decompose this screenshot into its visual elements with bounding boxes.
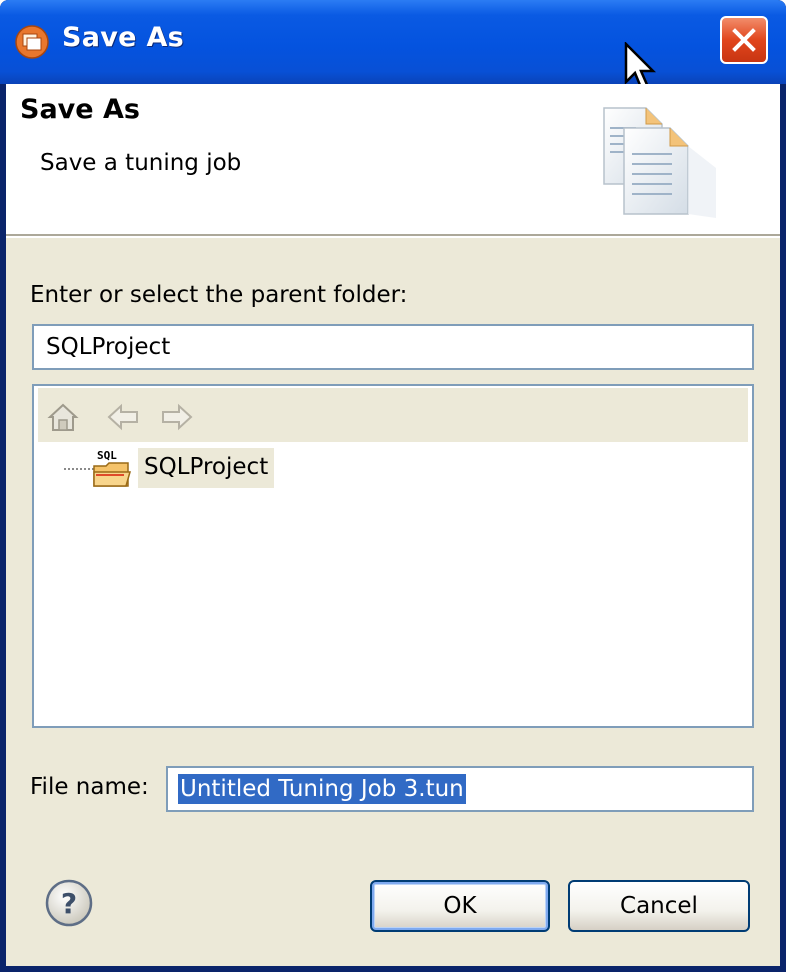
title-bar[interactable]: Save As <box>0 0 786 84</box>
tree-connector <box>64 468 94 470</box>
dialog-client-area: Save As Save a tuning job Enter or selec… <box>6 84 780 966</box>
dialog-heading: Save As <box>20 94 140 125</box>
save-as-dialog: Save As Save As Save a tuning job Enter … <box>0 0 786 972</box>
tree-item-label: SQLProject <box>138 448 275 488</box>
file-name-input[interactable]: Untitled Tuning Job 3.tun <box>166 766 754 812</box>
close-icon <box>732 28 756 52</box>
tree-toolbar <box>38 388 748 442</box>
banner-separator-highlight <box>6 236 780 238</box>
forward-arrow-icon[interactable] <box>160 400 194 434</box>
svg-text:?: ? <box>61 887 77 920</box>
close-button[interactable] <box>720 16 768 64</box>
tree-item[interactable]: SQL SQLProject <box>64 446 364 490</box>
folder-tree[interactable]: SQL SQLProject <box>32 384 754 728</box>
back-arrow-icon[interactable] <box>106 400 140 434</box>
parent-folder-input[interactable] <box>32 324 754 370</box>
file-name-selected-text: Untitled Tuning Job 3.tun <box>178 774 466 804</box>
file-name-label: File name: <box>30 774 149 800</box>
help-icon[interactable]: ? <box>44 878 94 928</box>
ok-button[interactable]: OK <box>370 880 550 932</box>
cancel-button[interactable]: Cancel <box>568 880 750 932</box>
title-area: Save As Save a tuning job <box>6 84 780 234</box>
window-title: Save As <box>62 22 185 53</box>
eclipse-app-icon <box>15 25 49 59</box>
sql-project-folder-icon: SQL <box>93 449 131 487</box>
dialog-description: Save a tuning job <box>40 150 242 176</box>
svg-text:SQL: SQL <box>97 449 117 462</box>
parent-folder-label: Enter or select the parent folder: <box>30 282 408 308</box>
home-icon[interactable] <box>46 400 80 434</box>
documents-icon <box>603 107 716 218</box>
